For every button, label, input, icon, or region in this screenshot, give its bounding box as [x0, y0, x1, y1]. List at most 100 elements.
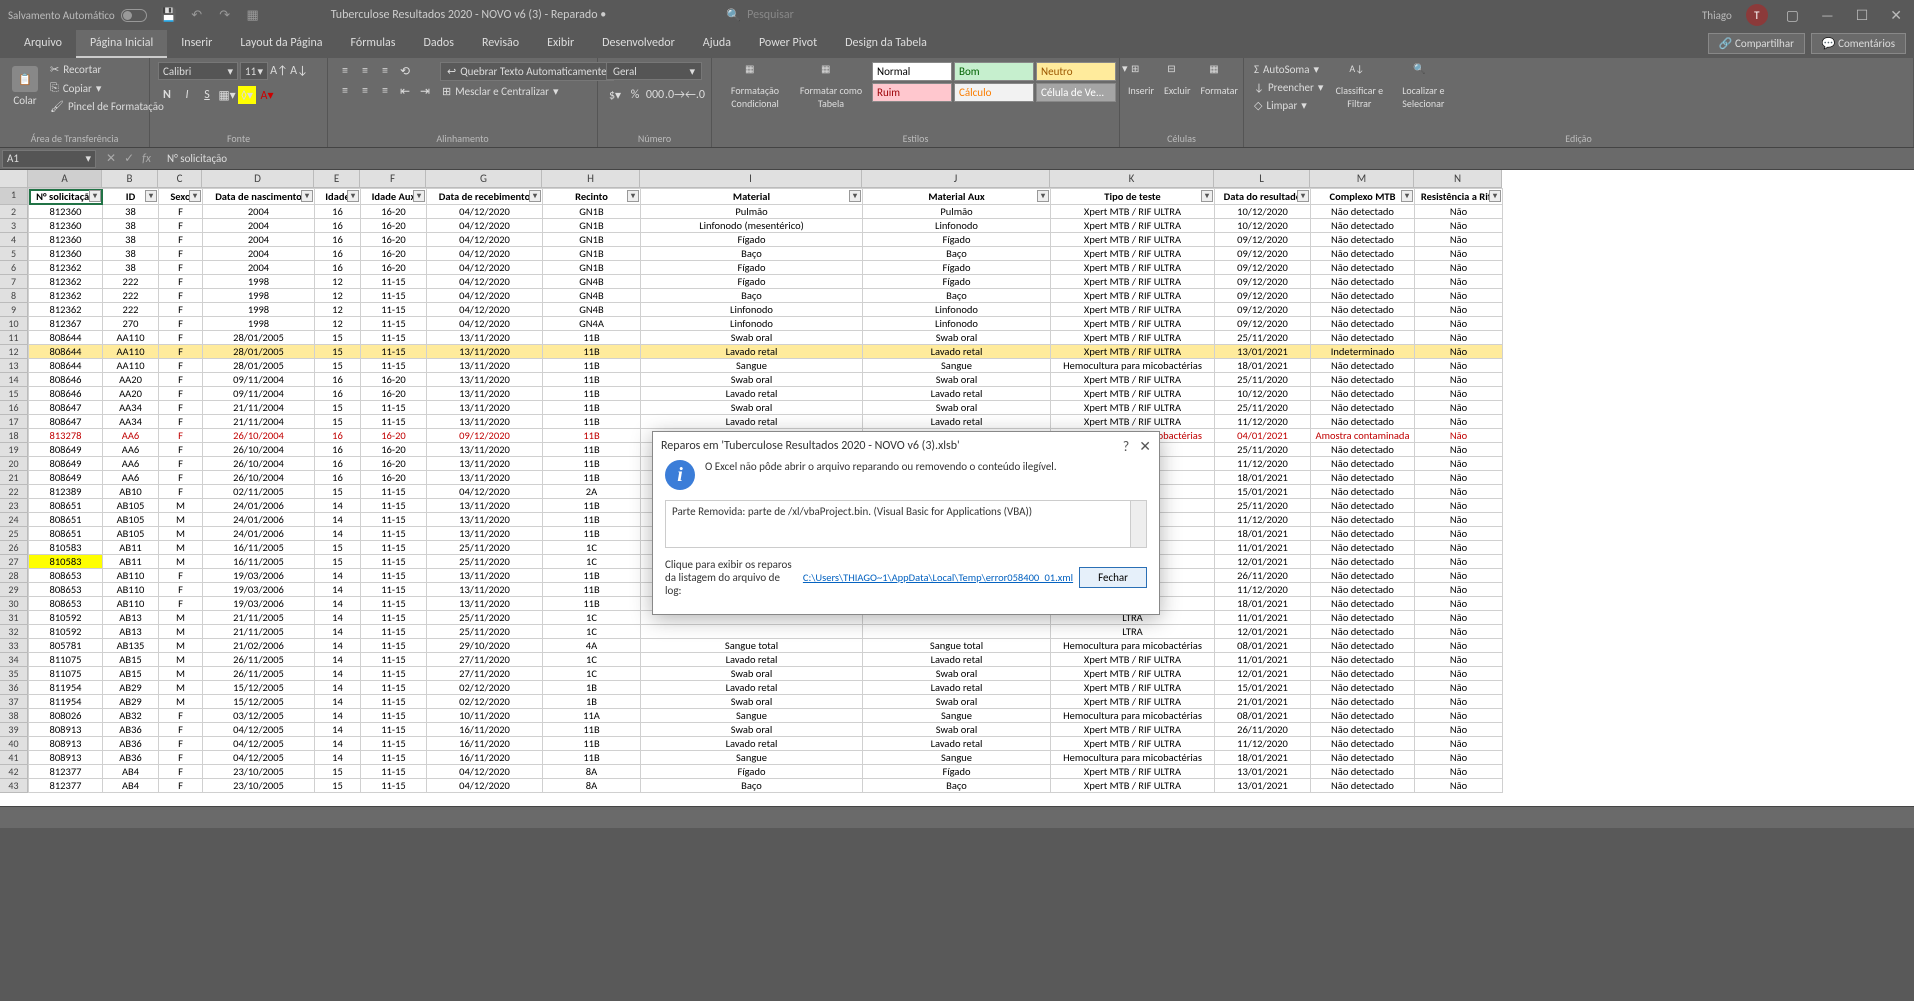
- cell[interactable]: Baço: [641, 247, 863, 261]
- cell[interactable]: Não detectado: [1311, 751, 1415, 765]
- cell[interactable]: 813278: [29, 429, 103, 443]
- cell[interactable]: AB110: [103, 597, 159, 611]
- cell[interactable]: 11B: [543, 429, 641, 443]
- row-header[interactable]: 16: [0, 401, 28, 415]
- cell[interactable]: 808646: [29, 387, 103, 401]
- cell[interactable]: M: [159, 611, 203, 625]
- currency-icon[interactable]: $▾: [606, 86, 624, 104]
- cell[interactable]: 13/11/2020: [427, 569, 543, 583]
- cell[interactable]: 4A: [543, 639, 641, 653]
- cell[interactable]: 11-15: [361, 709, 427, 723]
- cell[interactable]: AB13: [103, 625, 159, 639]
- cell[interactable]: 13/11/2020: [427, 527, 543, 541]
- table-header[interactable]: Recinto▾: [543, 189, 641, 205]
- cell[interactable]: AB11: [103, 541, 159, 555]
- cell[interactable]: 25/11/2020: [1215, 499, 1311, 513]
- cell[interactable]: GN1B: [543, 219, 641, 233]
- cell[interactable]: F: [159, 723, 203, 737]
- row-header[interactable]: 20: [0, 457, 28, 471]
- cell[interactable]: Linfonodo: [863, 303, 1051, 317]
- cell[interactable]: 11-15: [361, 289, 427, 303]
- cell[interactable]: 04/12/2020: [427, 205, 543, 219]
- cell[interactable]: Não detectado: [1311, 527, 1415, 541]
- cell[interactable]: 14: [315, 681, 361, 695]
- cell[interactable]: 11-15: [361, 401, 427, 415]
- clear-button[interactable]: ◇ Limpar ▾: [1252, 98, 1325, 113]
- cell[interactable]: 15: [315, 765, 361, 779]
- cell[interactable]: 11B: [543, 737, 641, 751]
- cell[interactable]: 808647: [29, 401, 103, 415]
- cancel-formula-icon[interactable]: ✕: [106, 151, 116, 166]
- cell[interactable]: 09/12/2020: [1215, 261, 1311, 275]
- filter-arrow-icon[interactable]: ▾: [1297, 190, 1309, 202]
- cell[interactable]: F: [159, 737, 203, 751]
- cell[interactable]: Swab oral: [863, 723, 1051, 737]
- cell[interactable]: 811954: [29, 681, 103, 695]
- cell[interactable]: Sangue: [863, 359, 1051, 373]
- cell[interactable]: 09/12/2020: [1215, 317, 1311, 331]
- cell[interactable]: AB13: [103, 611, 159, 625]
- cell[interactable]: 2004: [203, 219, 315, 233]
- cell[interactable]: Não: [1415, 723, 1503, 737]
- cell[interactable]: Baço: [863, 247, 1051, 261]
- font-color-button[interactable]: A▾: [258, 86, 276, 104]
- cell[interactable]: Não: [1415, 205, 1503, 219]
- tab-ajuda[interactable]: Ajuda: [689, 30, 745, 58]
- row-header[interactable]: 21: [0, 471, 28, 485]
- cell[interactable]: Baço: [641, 779, 863, 793]
- cell[interactable]: 16-20: [361, 247, 427, 261]
- cell[interactable]: Não: [1415, 569, 1503, 583]
- cell[interactable]: 812360: [29, 233, 103, 247]
- cell[interactable]: 14: [315, 513, 361, 527]
- cell[interactable]: 11-15: [361, 583, 427, 597]
- cell[interactable]: 810583: [29, 541, 103, 555]
- cell[interactable]: Swab oral: [641, 331, 863, 345]
- cell[interactable]: 04/12/2020: [427, 233, 543, 247]
- cell[interactable]: Xpert MTB / RIF ULTRA: [1051, 695, 1215, 709]
- cell[interactable]: Xpert MTB / RIF ULTRA: [1051, 289, 1215, 303]
- cell[interactable]: Não: [1415, 513, 1503, 527]
- cell[interactable]: Não detectado: [1311, 359, 1415, 373]
- cell[interactable]: F: [159, 583, 203, 597]
- cell[interactable]: Pulmão: [641, 205, 863, 219]
- cell[interactable]: 04/12/2020: [427, 303, 543, 317]
- cell[interactable]: 8A: [543, 779, 641, 793]
- cell[interactable]: 808913: [29, 737, 103, 751]
- cell[interactable]: GN1B: [543, 205, 641, 219]
- cell[interactable]: 812389: [29, 485, 103, 499]
- cell[interactable]: 1C: [543, 555, 641, 569]
- cell[interactable]: Fígado: [863, 233, 1051, 247]
- cell[interactable]: 38: [103, 247, 159, 261]
- cell[interactable]: Não: [1415, 303, 1503, 317]
- row-header[interactable]: 22: [0, 485, 28, 499]
- cell[interactable]: F: [159, 415, 203, 429]
- cell[interactable]: 811075: [29, 667, 103, 681]
- cell[interactable]: Não detectado: [1311, 723, 1415, 737]
- cell[interactable]: 18/01/2021: [1215, 527, 1311, 541]
- cell[interactable]: 25/11/2020: [1215, 443, 1311, 457]
- cell[interactable]: 09/12/2020: [427, 429, 543, 443]
- row-header[interactable]: 1: [0, 188, 28, 205]
- cell[interactable]: 11A: [543, 709, 641, 723]
- dialog-close-icon[interactable]: ✕: [1139, 438, 1151, 455]
- row-header[interactable]: 29: [0, 583, 28, 597]
- cell[interactable]: 11B: [543, 331, 641, 345]
- cell[interactable]: 16: [315, 471, 361, 485]
- tab-dados[interactable]: Dados: [409, 30, 467, 58]
- align-bot-icon[interactable]: ≡: [376, 62, 394, 80]
- row-header[interactable]: 42: [0, 765, 28, 779]
- cell[interactable]: Lavado retal: [641, 345, 863, 359]
- cell[interactable]: Xpert MTB / RIF ULTRA: [1051, 737, 1215, 751]
- cell[interactable]: Linfonodo: [641, 303, 863, 317]
- cell[interactable]: 11-15: [361, 625, 427, 639]
- cell[interactable]: Não: [1415, 331, 1503, 345]
- cell[interactable]: 13/11/2020: [427, 373, 543, 387]
- row-header[interactable]: 27: [0, 555, 28, 569]
- cell[interactable]: 11/12/2020: [1215, 415, 1311, 429]
- cell[interactable]: 11B: [543, 443, 641, 457]
- table-header[interactable]: Material▾: [641, 189, 863, 205]
- cell[interactable]: AB15: [103, 667, 159, 681]
- cell[interactable]: Não detectado: [1311, 695, 1415, 709]
- cell[interactable]: Não: [1415, 373, 1503, 387]
- cell[interactable]: Swab oral: [863, 401, 1051, 415]
